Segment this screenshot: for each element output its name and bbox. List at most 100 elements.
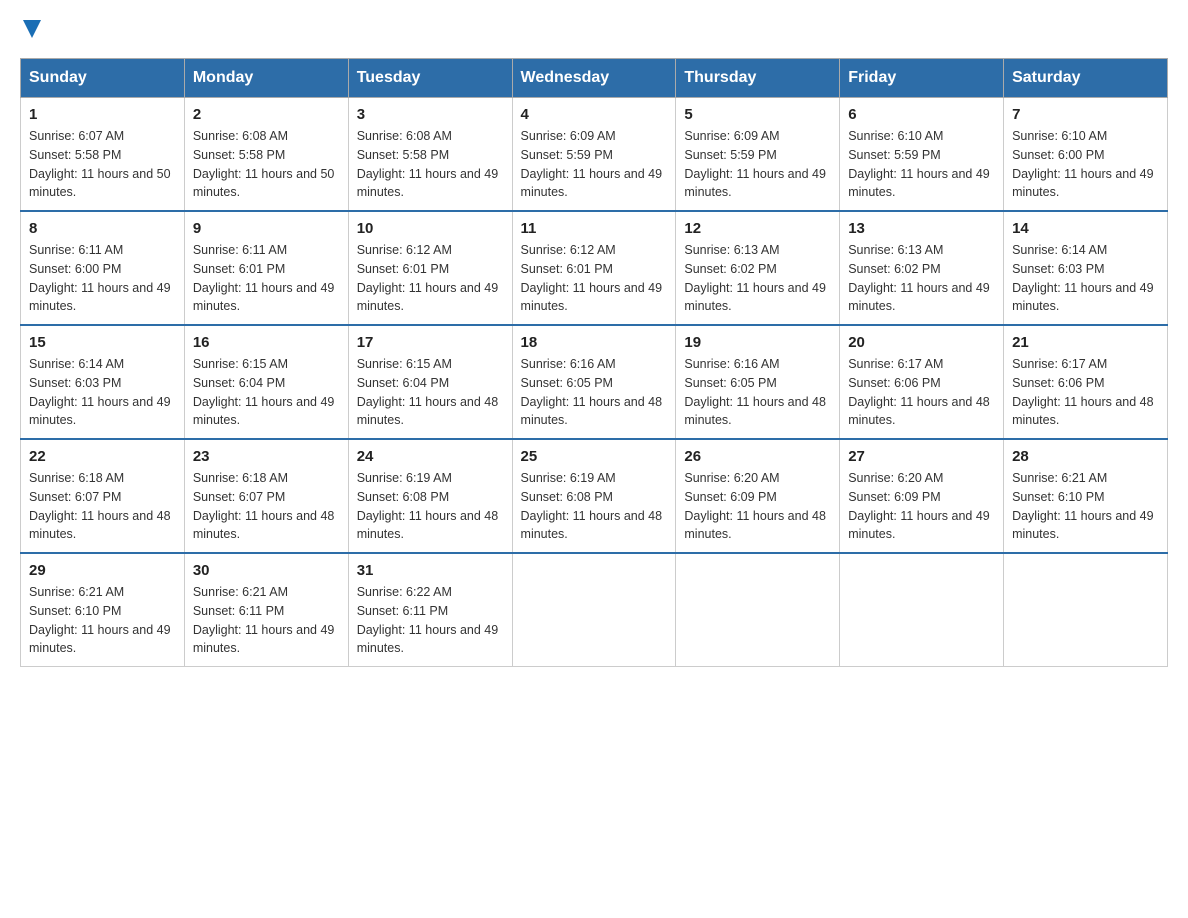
day-number: 30 xyxy=(193,562,340,579)
calendar-cell: 10 Sunrise: 6:12 AM Sunset: 6:01 PM Dayl… xyxy=(348,211,512,325)
day-number: 19 xyxy=(684,334,831,351)
calendar-cell: 16 Sunrise: 6:15 AM Sunset: 6:04 PM Dayl… xyxy=(184,325,348,439)
calendar-cell: 19 Sunrise: 6:16 AM Sunset: 6:05 PM Dayl… xyxy=(676,325,840,439)
calendar-cell: 26 Sunrise: 6:20 AM Sunset: 6:09 PM Dayl… xyxy=(676,439,840,553)
calendar-week-row: 8 Sunrise: 6:11 AM Sunset: 6:00 PM Dayli… xyxy=(21,211,1168,325)
calendar-cell: 29 Sunrise: 6:21 AM Sunset: 6:10 PM Dayl… xyxy=(21,553,185,667)
day-header-saturday: Saturday xyxy=(1004,59,1168,98)
calendar-week-row: 22 Sunrise: 6:18 AM Sunset: 6:07 PM Dayl… xyxy=(21,439,1168,553)
day-number: 27 xyxy=(848,448,995,465)
calendar-table: SundayMondayTuesdayWednesdayThursdayFrid… xyxy=(20,58,1168,667)
calendar-cell: 4 Sunrise: 6:09 AM Sunset: 5:59 PM Dayli… xyxy=(512,98,676,212)
calendar-cell: 30 Sunrise: 6:21 AM Sunset: 6:11 PM Dayl… xyxy=(184,553,348,667)
day-number: 12 xyxy=(684,220,831,237)
day-info: Sunrise: 6:13 AM Sunset: 6:02 PM Dayligh… xyxy=(848,241,995,316)
day-number: 6 xyxy=(848,106,995,123)
calendar-cell: 27 Sunrise: 6:20 AM Sunset: 6:09 PM Dayl… xyxy=(840,439,1004,553)
day-number: 7 xyxy=(1012,106,1159,123)
day-info: Sunrise: 6:09 AM Sunset: 5:59 PM Dayligh… xyxy=(684,127,831,202)
logo xyxy=(20,20,41,38)
day-info: Sunrise: 6:15 AM Sunset: 6:04 PM Dayligh… xyxy=(357,355,504,430)
calendar-cell: 11 Sunrise: 6:12 AM Sunset: 6:01 PM Dayl… xyxy=(512,211,676,325)
day-info: Sunrise: 6:21 AM Sunset: 6:11 PM Dayligh… xyxy=(193,583,340,658)
day-info: Sunrise: 6:21 AM Sunset: 6:10 PM Dayligh… xyxy=(1012,469,1159,544)
day-info: Sunrise: 6:08 AM Sunset: 5:58 PM Dayligh… xyxy=(357,127,504,202)
day-number: 5 xyxy=(684,106,831,123)
day-number: 8 xyxy=(29,220,176,237)
calendar-cell: 15 Sunrise: 6:14 AM Sunset: 6:03 PM Dayl… xyxy=(21,325,185,439)
day-number: 16 xyxy=(193,334,340,351)
day-number: 26 xyxy=(684,448,831,465)
day-info: Sunrise: 6:14 AM Sunset: 6:03 PM Dayligh… xyxy=(1012,241,1159,316)
day-header-friday: Friday xyxy=(840,59,1004,98)
calendar-cell: 22 Sunrise: 6:18 AM Sunset: 6:07 PM Dayl… xyxy=(21,439,185,553)
day-number: 17 xyxy=(357,334,504,351)
calendar-cell: 25 Sunrise: 6:19 AM Sunset: 6:08 PM Dayl… xyxy=(512,439,676,553)
day-number: 24 xyxy=(357,448,504,465)
day-header-sunday: Sunday xyxy=(21,59,185,98)
calendar-cell: 2 Sunrise: 6:08 AM Sunset: 5:58 PM Dayli… xyxy=(184,98,348,212)
calendar-cell: 23 Sunrise: 6:18 AM Sunset: 6:07 PM Dayl… xyxy=(184,439,348,553)
calendar-week-row: 15 Sunrise: 6:14 AM Sunset: 6:03 PM Dayl… xyxy=(21,325,1168,439)
day-number: 15 xyxy=(29,334,176,351)
day-info: Sunrise: 6:18 AM Sunset: 6:07 PM Dayligh… xyxy=(29,469,176,544)
day-number: 2 xyxy=(193,106,340,123)
calendar-cell: 21 Sunrise: 6:17 AM Sunset: 6:06 PM Dayl… xyxy=(1004,325,1168,439)
day-header-wednesday: Wednesday xyxy=(512,59,676,98)
calendar-cell xyxy=(840,553,1004,667)
calendar-cell: 24 Sunrise: 6:19 AM Sunset: 6:08 PM Dayl… xyxy=(348,439,512,553)
day-number: 14 xyxy=(1012,220,1159,237)
day-number: 13 xyxy=(848,220,995,237)
calendar-cell: 3 Sunrise: 6:08 AM Sunset: 5:58 PM Dayli… xyxy=(348,98,512,212)
day-info: Sunrise: 6:21 AM Sunset: 6:10 PM Dayligh… xyxy=(29,583,176,658)
day-info: Sunrise: 6:13 AM Sunset: 6:02 PM Dayligh… xyxy=(684,241,831,316)
day-info: Sunrise: 6:20 AM Sunset: 6:09 PM Dayligh… xyxy=(684,469,831,544)
day-info: Sunrise: 6:17 AM Sunset: 6:06 PM Dayligh… xyxy=(1012,355,1159,430)
calendar-header-row: SundayMondayTuesdayWednesdayThursdayFrid… xyxy=(21,59,1168,98)
calendar-cell: 9 Sunrise: 6:11 AM Sunset: 6:01 PM Dayli… xyxy=(184,211,348,325)
calendar-cell: 1 Sunrise: 6:07 AM Sunset: 5:58 PM Dayli… xyxy=(21,98,185,212)
calendar-cell: 20 Sunrise: 6:17 AM Sunset: 6:06 PM Dayl… xyxy=(840,325,1004,439)
day-info: Sunrise: 6:08 AM Sunset: 5:58 PM Dayligh… xyxy=(193,127,340,202)
day-header-monday: Monday xyxy=(184,59,348,98)
day-info: Sunrise: 6:12 AM Sunset: 6:01 PM Dayligh… xyxy=(357,241,504,316)
day-info: Sunrise: 6:07 AM Sunset: 5:58 PM Dayligh… xyxy=(29,127,176,202)
calendar-cell: 31 Sunrise: 6:22 AM Sunset: 6:11 PM Dayl… xyxy=(348,553,512,667)
calendar-cell xyxy=(676,553,840,667)
day-info: Sunrise: 6:10 AM Sunset: 6:00 PM Dayligh… xyxy=(1012,127,1159,202)
day-number: 23 xyxy=(193,448,340,465)
day-number: 21 xyxy=(1012,334,1159,351)
day-number: 3 xyxy=(357,106,504,123)
day-info: Sunrise: 6:19 AM Sunset: 6:08 PM Dayligh… xyxy=(521,469,668,544)
day-number: 4 xyxy=(521,106,668,123)
calendar-cell: 18 Sunrise: 6:16 AM Sunset: 6:05 PM Dayl… xyxy=(512,325,676,439)
day-number: 28 xyxy=(1012,448,1159,465)
day-number: 20 xyxy=(848,334,995,351)
calendar-cell: 7 Sunrise: 6:10 AM Sunset: 6:00 PM Dayli… xyxy=(1004,98,1168,212)
day-number: 18 xyxy=(521,334,668,351)
day-info: Sunrise: 6:11 AM Sunset: 6:00 PM Dayligh… xyxy=(29,241,176,316)
day-info: Sunrise: 6:22 AM Sunset: 6:11 PM Dayligh… xyxy=(357,583,504,658)
calendar-week-row: 1 Sunrise: 6:07 AM Sunset: 5:58 PM Dayli… xyxy=(21,98,1168,212)
day-info: Sunrise: 6:19 AM Sunset: 6:08 PM Dayligh… xyxy=(357,469,504,544)
day-number: 1 xyxy=(29,106,176,123)
day-info: Sunrise: 6:16 AM Sunset: 6:05 PM Dayligh… xyxy=(521,355,668,430)
day-info: Sunrise: 6:16 AM Sunset: 6:05 PM Dayligh… xyxy=(684,355,831,430)
day-info: Sunrise: 6:14 AM Sunset: 6:03 PM Dayligh… xyxy=(29,355,176,430)
day-info: Sunrise: 6:09 AM Sunset: 5:59 PM Dayligh… xyxy=(521,127,668,202)
calendar-cell: 17 Sunrise: 6:15 AM Sunset: 6:04 PM Dayl… xyxy=(348,325,512,439)
day-info: Sunrise: 6:18 AM Sunset: 6:07 PM Dayligh… xyxy=(193,469,340,544)
calendar-week-row: 29 Sunrise: 6:21 AM Sunset: 6:10 PM Dayl… xyxy=(21,553,1168,667)
page-header xyxy=(20,20,1168,38)
calendar-cell xyxy=(1004,553,1168,667)
day-info: Sunrise: 6:10 AM Sunset: 5:59 PM Dayligh… xyxy=(848,127,995,202)
day-number: 22 xyxy=(29,448,176,465)
day-info: Sunrise: 6:15 AM Sunset: 6:04 PM Dayligh… xyxy=(193,355,340,430)
day-info: Sunrise: 6:12 AM Sunset: 6:01 PM Dayligh… xyxy=(521,241,668,316)
calendar-cell: 13 Sunrise: 6:13 AM Sunset: 6:02 PM Dayl… xyxy=(840,211,1004,325)
calendar-cell: 6 Sunrise: 6:10 AM Sunset: 5:59 PM Dayli… xyxy=(840,98,1004,212)
calendar-cell: 28 Sunrise: 6:21 AM Sunset: 6:10 PM Dayl… xyxy=(1004,439,1168,553)
calendar-cell: 12 Sunrise: 6:13 AM Sunset: 6:02 PM Dayl… xyxy=(676,211,840,325)
calendar-cell xyxy=(512,553,676,667)
day-number: 31 xyxy=(357,562,504,579)
